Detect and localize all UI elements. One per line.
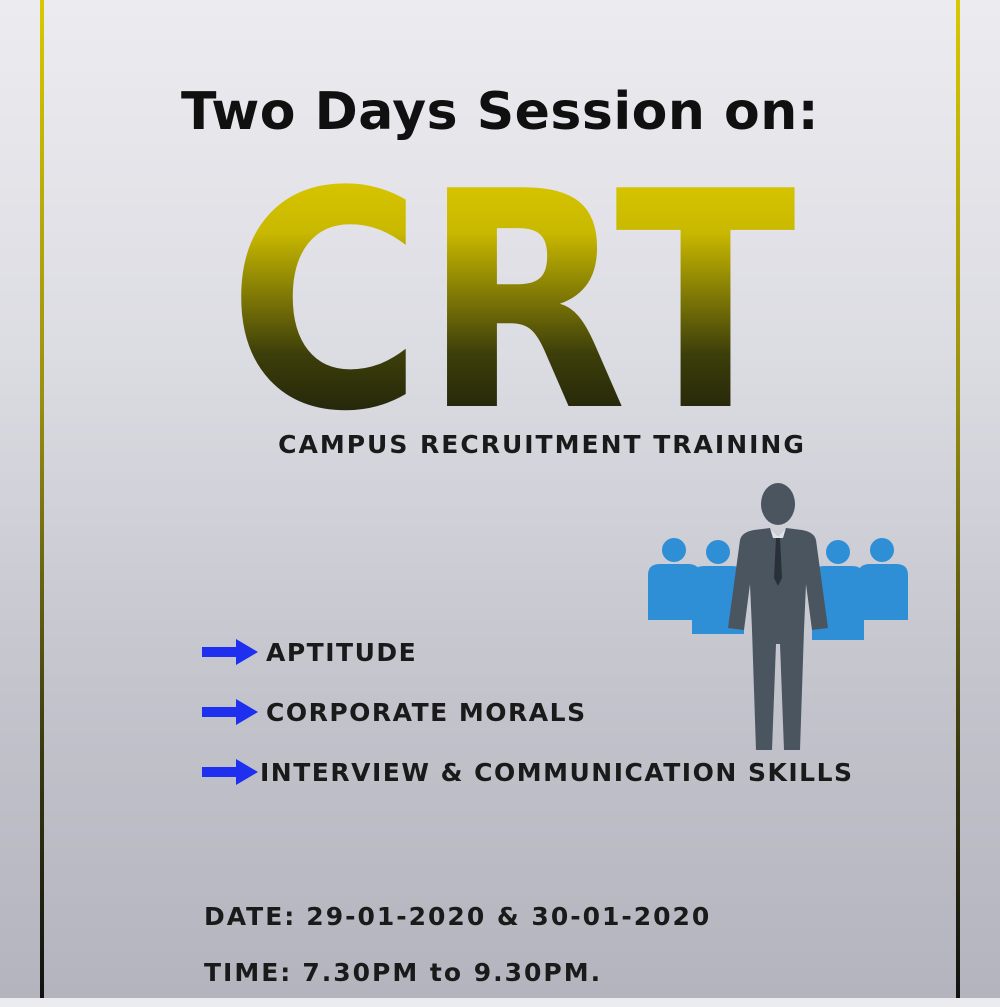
date-label: DATE: [204, 902, 297, 931]
subtitle: CAMPUS RECRUITMENT TRAINING [278, 430, 806, 459]
blue-arrow-icon [202, 639, 258, 665]
date-value: 29-01-2020 & 30-01-2020 [306, 902, 712, 931]
left-border-line [40, 0, 44, 998]
topic-label: APTITUDE [266, 637, 418, 667]
crt-logo-text: CRT [228, 178, 797, 428]
topic-list: APTITUDE CORPORATE MORALS INTERVIEW & CO… [200, 622, 940, 802]
date-line: DATE: 29-01-2020 & 30-01-2020 [204, 895, 944, 951]
blue-arrow-icon [202, 699, 258, 725]
time-value: 7.30PM to 9.30PM. [302, 958, 603, 987]
crt-logo: CRT [222, 178, 802, 428]
time-line: TIME: 7.30PM to 9.30PM. [204, 951, 944, 1007]
blue-arrow-icon [202, 759, 258, 785]
headline: Two Days Session on: [180, 82, 820, 142]
topic-label: CORPORATE MORALS [266, 697, 587, 727]
list-item: CORPORATE MORALS [200, 682, 940, 742]
right-border-line [956, 0, 960, 998]
topic-label: INTERVIEW & COMMUNICATION SKILLS [260, 757, 854, 787]
list-item: APTITUDE [200, 622, 940, 682]
schedule: DATE: 29-01-2020 & 30-01-2020 TIME: 7.30PM… [204, 895, 944, 1007]
time-label: TIME: [204, 958, 293, 987]
list-item: INTERVIEW & COMMUNICATION SKILLS [200, 742, 940, 802]
